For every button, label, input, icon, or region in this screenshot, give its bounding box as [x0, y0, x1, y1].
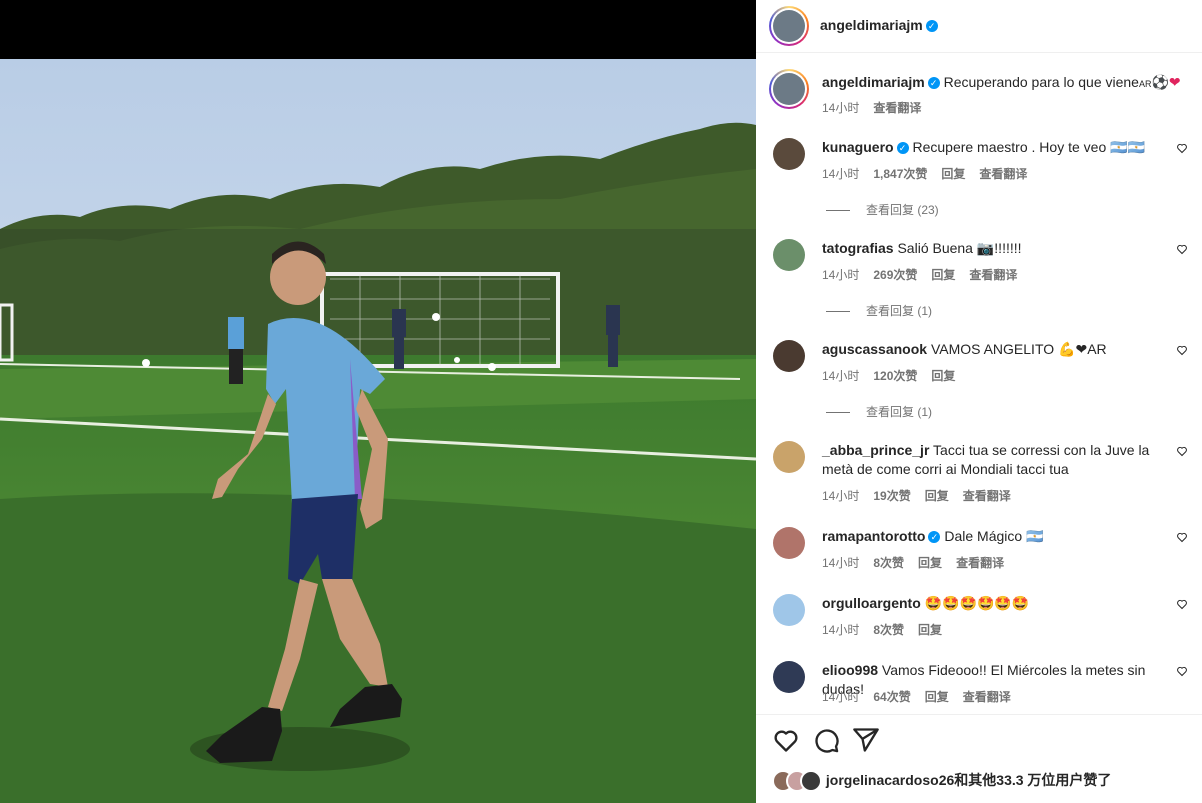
comment-like-icon[interactable] [1176, 243, 1188, 255]
comment-likes[interactable]: 8次赞 [873, 556, 904, 570]
view-replies-label[interactable]: 查看回复 (23) [866, 203, 939, 217]
comment-translate[interactable]: 查看翻译 [979, 167, 1027, 181]
comment-translate[interactable]: 查看翻译 [969, 268, 1017, 282]
comment-like-icon[interactable] [1176, 665, 1188, 677]
actions-divider [756, 714, 1202, 715]
comment-time: 14小时 [822, 268, 860, 282]
commenter-username[interactable]: orgulloargento [822, 595, 921, 611]
likes-summary[interactable]: jorgelinacardoso26和其他33.3 万位用户赞了 [772, 770, 1112, 793]
caption-username[interactable]: angeldimariajm [822, 74, 925, 90]
comment-reply[interactable]: 回复 [918, 623, 942, 637]
comment-reply[interactable]: 回复 [931, 369, 955, 383]
verified-badge-icon: ✓ [928, 531, 941, 544]
commenter-avatar[interactable] [773, 138, 805, 170]
comment-time: 14小时 [822, 489, 860, 503]
comment-reply[interactable]: 回复 [925, 489, 949, 503]
comment-text: 🤩🤩🤩🤩🤩🤩 [924, 595, 1030, 611]
commenter-username[interactable]: aguscassanook [822, 341, 927, 357]
caption-time: 14小时 [822, 101, 860, 115]
comment-text: Salió Buena 📷!!!!!!! [897, 240, 1022, 256]
comment-translate[interactable]: 查看翻译 [956, 556, 1004, 570]
comment-text: VAMOS ANGELITO 💪❤AR [930, 341, 1107, 357]
likes-rest-text: 和其他33.3 万位用户赞了 [954, 772, 1112, 788]
comment-reply[interactable]: 回复 [918, 556, 942, 570]
view-replies[interactable]: 查看回复 (1) [826, 302, 932, 319]
comment-translate[interactable]: 查看翻译 [963, 690, 1011, 704]
comment-text: Recupere maestro . Hoy te veo 🇦🇷🇦🇷 [912, 139, 1145, 155]
comment-time: 14小时 [822, 556, 860, 570]
comment-reply[interactable]: 回复 [925, 690, 949, 704]
comment-like-icon[interactable] [1176, 142, 1188, 154]
comment-likes[interactable]: 120次赞 [873, 369, 917, 383]
comment-likes[interactable]: 1,847次赞 [873, 167, 927, 181]
commenter-username[interactable]: kunaguero [822, 139, 894, 155]
comment-translate[interactable]: 查看翻译 [963, 489, 1011, 503]
view-replies[interactable]: 查看回复 (23) [826, 201, 939, 218]
comment-time: 14小时 [822, 690, 860, 704]
author-avatar[interactable] [769, 6, 809, 46]
comment-likes[interactable]: 269次赞 [873, 268, 917, 282]
commenter-username[interactable]: elioo998 [822, 662, 878, 678]
post-photo [0, 59, 756, 803]
comment-time: 14小时 [822, 167, 860, 181]
post-caption: angeldimariajm ✓ Recuperando para lo que … [756, 66, 1202, 126]
comment-likes[interactable]: 19次赞 [873, 489, 910, 503]
comment-likes[interactable]: 64次赞 [873, 690, 910, 704]
comment-reply[interactable]: 回复 [931, 268, 955, 282]
commenter-avatar[interactable] [773, 239, 805, 271]
comment-like-icon[interactable] [1176, 531, 1188, 543]
comment-bubble-icon[interactable] [812, 726, 840, 754]
caption-translate[interactable]: 查看翻译 [873, 101, 921, 115]
caption-flag: AR [1138, 79, 1152, 89]
view-replies[interactable]: 查看回复 (1) [826, 403, 932, 420]
commenter-avatar[interactable] [773, 661, 805, 693]
comment-reply[interactable]: 回复 [941, 167, 965, 181]
commenter-username[interactable]: _abba_prince_jr [822, 442, 929, 458]
verified-badge-icon: ✓ [896, 142, 909, 155]
commenter-avatar[interactable] [773, 594, 805, 626]
author-username[interactable]: angeldimariajm [820, 17, 923, 33]
comment-like-icon[interactable] [1176, 344, 1188, 356]
verified-badge-icon: ✓ [927, 77, 940, 90]
share-send-icon[interactable] [852, 726, 880, 754]
comment-like-icon[interactable] [1176, 598, 1188, 610]
post-media[interactable] [0, 0, 756, 803]
commenter-avatar[interactable] [773, 340, 805, 372]
action-bar [756, 726, 1202, 756]
view-replies-label[interactable]: 查看回复 (1) [866, 304, 932, 318]
comment-time: 14小时 [822, 623, 860, 637]
caption-avatar[interactable] [769, 69, 809, 109]
liker-avatar [800, 770, 822, 793]
commenter-username[interactable]: ramapantorotto [822, 528, 925, 544]
verified-badge-icon: ✓ [925, 19, 938, 32]
comments-panel: angeldimariajm ✓ angeldimariajm ✓ Recupera… [756, 0, 1202, 803]
post-header: angeldimariajm ✓ [756, 0, 1202, 53]
like-heart-icon[interactable] [772, 726, 800, 754]
comment-text: Dale Mágico 🇦🇷 [944, 528, 1044, 544]
likes-first-user[interactable]: jorgelinacardoso26 [826, 772, 954, 788]
comment-time: 14小时 [822, 369, 860, 383]
view-replies-label[interactable]: 查看回复 (1) [866, 405, 932, 419]
commenter-username[interactable]: tatografias [822, 240, 894, 256]
comment-likes[interactable]: 8次赞 [873, 623, 904, 637]
caption-emojis: ⚽❤ [1151, 74, 1181, 90]
commenter-avatar[interactable] [773, 441, 805, 473]
commenter-avatar[interactable] [773, 527, 805, 559]
caption-text: Recuperando para lo que viene [943, 74, 1139, 90]
comment-like-icon[interactable] [1176, 445, 1188, 457]
